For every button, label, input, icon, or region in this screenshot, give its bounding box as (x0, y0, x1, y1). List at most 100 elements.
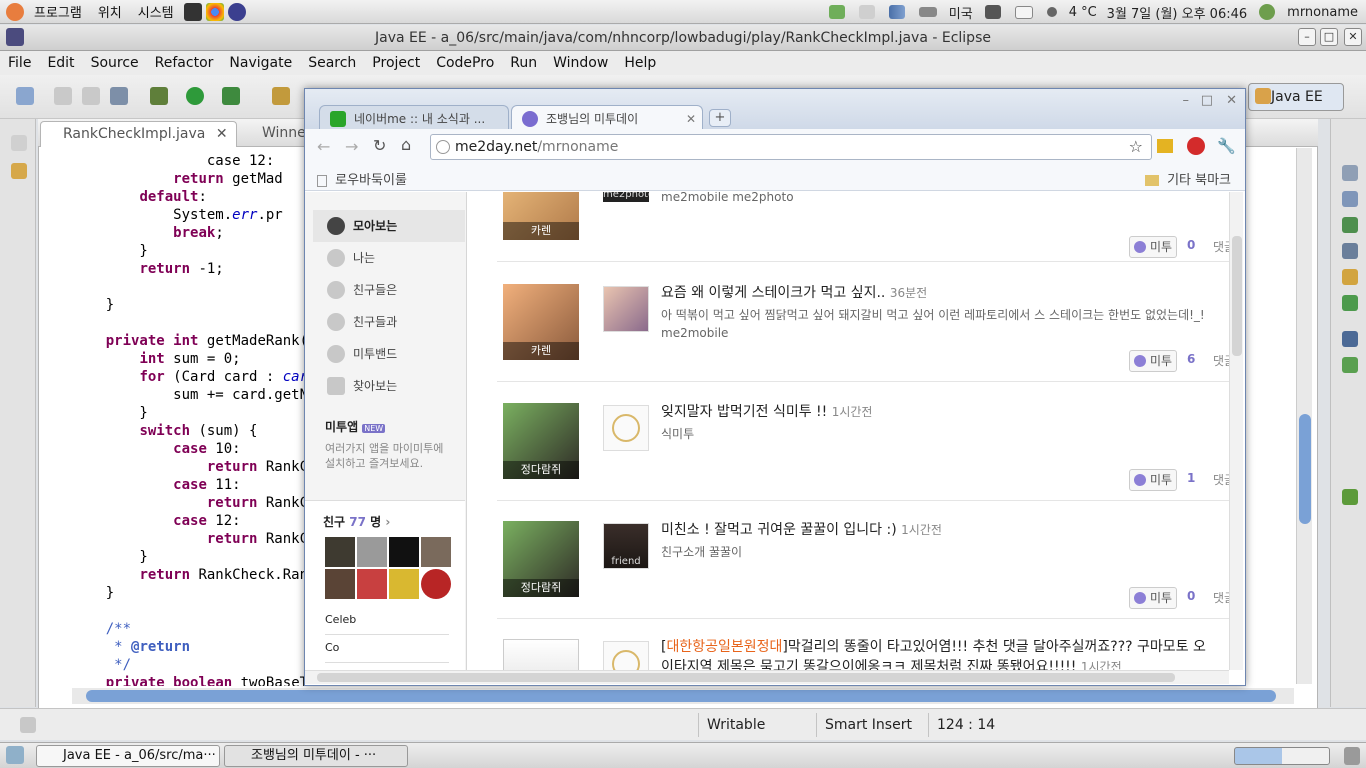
external-tools-icon[interactable] (222, 87, 240, 105)
network-icon[interactable] (828, 5, 845, 19)
author-name[interactable]: 정다람쥐 (503, 461, 579, 479)
bookmark-star-icon[interactable]: ☆ (1129, 135, 1143, 159)
friend-avatar[interactable] (421, 569, 451, 599)
chrome-close-icon[interactable]: ✕ (1226, 93, 1237, 108)
sidebar-item-with-friends[interactable]: 친구들과 (313, 306, 465, 338)
avatar[interactable]: 정다람쥐 (503, 521, 579, 597)
problems-icon[interactable] (1342, 295, 1358, 311)
new-icon[interactable] (16, 87, 34, 105)
scroll-thumb[interactable] (1299, 414, 1311, 524)
fast-view-icon[interactable] (20, 717, 36, 733)
home-icon[interactable]: ⌂ (401, 135, 411, 154)
reload-icon[interactable]: ↻ (373, 136, 386, 155)
comment-link[interactable]: 댓글 (1213, 352, 1229, 369)
me2-count[interactable]: 0 (1187, 238, 1195, 252)
post-time[interactable]: 36분전 (890, 286, 927, 300)
debug-icon[interactable] (150, 87, 168, 105)
other-bookmarks[interactable]: 기타 북마크 (1144, 169, 1231, 188)
console-icon[interactable] (1342, 243, 1358, 259)
junit-icon[interactable] (1342, 489, 1358, 505)
keyboard-layout[interactable]: 미국 (949, 3, 973, 22)
co-link[interactable]: Co (325, 641, 449, 663)
comment-link[interactable]: 댓글 (1213, 589, 1229, 606)
me2-button[interactable]: 미투 (1129, 587, 1177, 609)
author-name[interactable]: 카렌 (503, 222, 579, 240)
servers-icon[interactable] (1342, 331, 1358, 347)
maximize-icon[interactable]: □ (1320, 28, 1338, 46)
thumb-box[interactable]: me2photo (603, 192, 649, 202)
horizontal-scroll-thumb[interactable] (86, 690, 1276, 702)
hierarchy-icon[interactable] (1342, 217, 1358, 233)
wrench-icon[interactable]: 🔧 (1217, 137, 1236, 155)
scroll-thumb[interactable] (1232, 236, 1242, 356)
friend-avatar[interactable] (389, 569, 419, 599)
workspace-switcher-icon[interactable] (1234, 747, 1330, 765)
menu-help[interactable]: Help (616, 55, 664, 71)
feed-horizontal-scrollbar[interactable] (305, 670, 1229, 684)
panel-menu-places[interactable]: 위치 (90, 2, 130, 21)
menu-run[interactable]: Run (502, 55, 545, 71)
menu-edit[interactable]: Edit (39, 55, 82, 71)
friend-avatar[interactable] (389, 537, 419, 567)
trash-icon[interactable] (1344, 747, 1360, 765)
post-thumbnail[interactable]: friend (603, 523, 649, 569)
avatar[interactable]: 카렌 (503, 284, 579, 360)
terminal-icon[interactable] (183, 2, 202, 21)
menu-source[interactable]: Source (83, 55, 147, 71)
sidebar-item-band[interactable]: 미투밴드 (313, 338, 465, 370)
post-link[interactable]: 대한항공일본원정대 (666, 639, 782, 655)
menu-project[interactable]: Project (364, 55, 428, 71)
scroll-thumb[interactable] (317, 673, 1175, 682)
comment-link[interactable]: 댓글 (1213, 471, 1229, 488)
save-icon[interactable] (54, 87, 72, 105)
post-thumbnail[interactable] (603, 641, 649, 670)
clock[interactable]: 3월 7일 (월) 오후 06:46 (1107, 3, 1247, 22)
author-name[interactable]: 카렌 (503, 342, 579, 360)
volume-icon[interactable] (984, 5, 1001, 19)
feed-vertical-scrollbar[interactable] (1229, 192, 1243, 670)
chrome-launcher-icon[interactable] (205, 2, 224, 21)
menu-refactor[interactable]: Refactor (147, 55, 222, 71)
new-tab-icon[interactable]: + (709, 109, 731, 127)
run-icon[interactable] (186, 87, 204, 105)
me2-button[interactable]: 미투 (1129, 350, 1177, 372)
me2-button[interactable]: 미투 (1129, 469, 1177, 491)
me2-count[interactable]: 1 (1187, 471, 1195, 485)
panel-menu-programs[interactable]: 프로그램 (26, 2, 90, 21)
chrome-minimize-icon[interactable]: – (1183, 93, 1190, 108)
close-icon[interactable]: ✕ (1344, 28, 1362, 46)
friend-avatar[interactable] (357, 537, 387, 567)
post-time[interactable]: 1시간전 (1081, 660, 1122, 670)
code-area[interactable]: case 12: return getMad default: System.e… (72, 134, 332, 686)
menu-navigate[interactable]: Navigate (221, 55, 300, 71)
extension-icon[interactable] (1157, 139, 1173, 153)
eclipse-launcher-icon[interactable] (227, 2, 246, 21)
server-icon[interactable] (272, 87, 290, 105)
task-eclipse[interactable]: Java EE - a_06/src/ma··· (36, 745, 220, 767)
task-chrome[interactable]: 조뱅님의 미투데이 - ··· (224, 745, 408, 767)
keyboard-icon[interactable] (918, 7, 937, 17)
panel-menu-system[interactable]: 시스템 (130, 2, 182, 21)
avatar[interactable]: 정다람쥐 (503, 403, 579, 479)
menu-search[interactable]: Search (300, 55, 364, 71)
save-all-icon[interactable] (82, 87, 100, 105)
weather-temp[interactable]: 4 °C (1069, 5, 1097, 20)
avatar[interactable] (503, 639, 579, 670)
post-thumbnail[interactable] (603, 405, 649, 451)
forward-icon[interactable]: → (345, 137, 358, 156)
back-icon[interactable]: ← (317, 137, 330, 156)
post-sub[interactable]: 친구소개 꿀꿀이 (661, 543, 1229, 561)
tasks-icon[interactable] (1342, 191, 1358, 207)
restore-view-icon[interactable] (11, 135, 27, 151)
adblock-icon[interactable] (1187, 137, 1205, 155)
sidebar-item-moabo[interactable]: 모아보는 (313, 210, 465, 242)
print-icon[interactable] (110, 87, 128, 105)
sidebar-item-friends[interactable]: 친구들은 (313, 274, 465, 306)
friend-avatar[interactable] (421, 537, 451, 567)
me2-count[interactable]: 0 (1187, 589, 1195, 603)
ubuntu-logo-icon[interactable] (6, 2, 24, 21)
post-time[interactable]: 1시간전 (832, 405, 873, 419)
sidebar-item-me[interactable]: 나는 (313, 242, 465, 274)
friend-avatar[interactable] (357, 569, 387, 599)
avatar[interactable]: 카렌 (503, 192, 579, 240)
